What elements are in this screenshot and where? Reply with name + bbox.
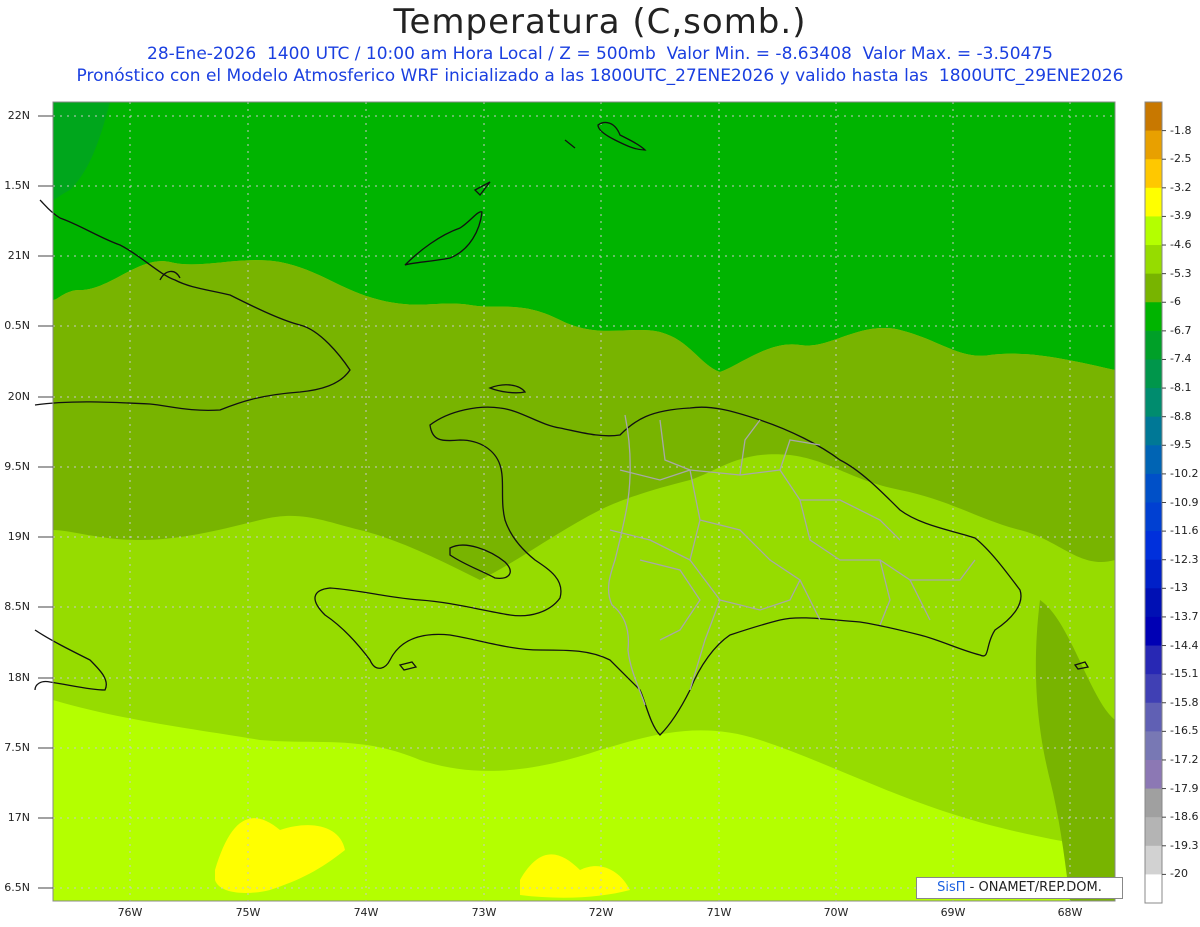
credit-text: - ONAMET/REP.DOM. [965,880,1102,895]
colorbar-swatch [1145,216,1162,246]
lon-label-2: 75W [235,906,261,919]
lat-label-11: 17N [7,811,30,824]
colorbar-swatch [1145,788,1162,818]
colorbar-swatch [1145,388,1162,418]
colorbar-swatch [1145,559,1162,589]
colorbar-label: -5.3 [1170,266,1192,280]
lat-label-4: 0.5N [4,319,30,332]
lat-label-5: 20N [7,390,30,403]
colorbar-label: -19.3 [1170,838,1199,852]
colorbar-label: -4.6 [1170,238,1192,252]
colorbar-label: -2.5 [1170,152,1192,166]
colorbar-swatch [1145,502,1162,532]
colorbar-swatch [1145,731,1162,761]
colorbar-swatch [1145,273,1162,303]
lon-label-9: 68W [1057,906,1083,919]
colorbar-swatch [1145,702,1162,732]
colorbar-label: -8.1 [1170,381,1192,395]
colorbar-swatch [1145,674,1162,704]
lat-label-9: 18N [7,671,30,684]
colorbar-label: -13.7 [1170,609,1199,623]
lat-label-3: 21N [7,249,30,262]
lon-label-3: 74W [353,906,379,919]
colorbar-label: -3.2 [1170,180,1192,194]
colorbar-label: -18.6 [1170,810,1199,824]
lon-label-4: 73W [471,906,497,919]
lat-label-7: 19N [7,530,30,543]
colorbar-label: -1.8 [1170,123,1192,137]
lat-label-2: 1.5N [4,179,30,192]
colorbar-swatch [1145,759,1162,790]
colorbar-swatch [1145,588,1162,618]
colorbar [1144,101,1166,904]
colorbar-label: -16.5 [1170,724,1199,738]
lat-label-10: 7.5N [4,741,30,754]
lon-label-5: 72W [588,906,614,919]
colorbar-label: -12.3 [1170,552,1199,566]
lat-label-12: 6.5N [4,881,30,894]
temperature-field [53,102,1115,901]
colorbar-label: -10.2 [1170,466,1199,480]
colorbar-label: -6.7 [1170,323,1192,337]
colorbar-label: -3.9 [1170,209,1192,223]
colorbar-label: -9.5 [1170,438,1192,452]
colorbar-swatch [1145,245,1162,275]
colorbar-label: -14.4 [1170,638,1199,652]
colorbar-label: -8.8 [1170,409,1192,423]
colorbar-label: -7.4 [1170,352,1192,366]
colorbar-swatch [1145,416,1162,446]
temperature-map [34,101,1166,904]
colorbar-swatch [1145,187,1162,217]
colorbar-label: -15.1 [1170,667,1199,681]
axis-ticks [38,115,53,889]
lon-label-8: 69W [940,906,966,919]
sispi-logo: SisΠ [937,880,966,895]
lat-label-6: 9.5N [4,460,30,473]
colorbar-swatch [1145,531,1162,561]
colorbar-swatch [1145,874,1162,904]
colorbar-swatch [1145,359,1162,389]
colorbar-swatch [1145,473,1162,503]
colorbar-swatch [1145,302,1162,332]
colorbar-swatch [1145,159,1162,189]
colorbar-swatch [1145,616,1162,647]
lon-label-7: 70W [823,906,849,919]
colorbar-label: -17.9 [1170,781,1199,795]
colorbar-label: -15.8 [1170,695,1199,709]
colorbar-swatch [1145,845,1162,875]
colorbar-label: -20 [1170,867,1188,881]
lat-label-1: 22N [7,109,30,122]
colorbar-label: -17.2 [1170,752,1199,766]
colorbar-swatch [1145,330,1162,360]
lon-label-6: 71W [706,906,732,919]
credit-box: SisΠ - ONAMET/REP.DOM. [916,877,1123,899]
colorbar-swatch [1145,817,1162,847]
colorbar-label: -13 [1170,581,1188,595]
lon-label-1: 76W [117,906,143,919]
colorbar-swatch [1145,102,1162,132]
colorbar-label: -10.9 [1170,495,1199,509]
colorbar-swatch [1145,130,1162,160]
colorbar-label: -11.6 [1170,524,1199,538]
colorbar-swatch [1145,645,1162,675]
colorbar-label: -6 [1170,295,1181,309]
lat-label-8: 8.5N [4,600,30,613]
colorbar-swatch [1145,445,1162,475]
